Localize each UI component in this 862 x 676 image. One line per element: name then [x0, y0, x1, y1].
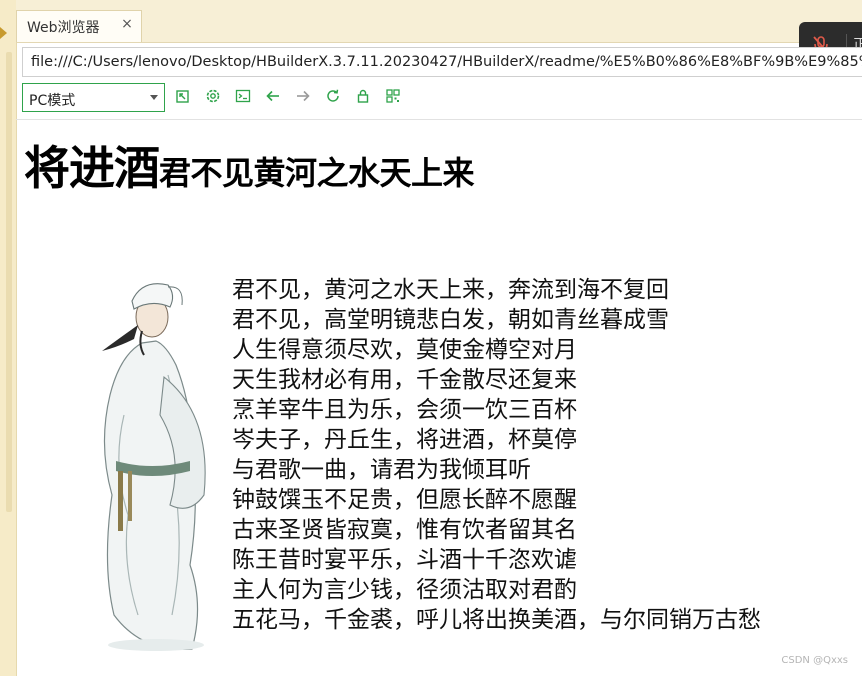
qrcode-button[interactable] [385, 88, 403, 106]
refresh-icon [327, 89, 339, 102]
page-heading: 将进酒君不见黄河之水天上来 [24, 132, 475, 198]
poem-line: 钟鼓馔玉不足贵，但愿长醉不愿醒 [232, 487, 577, 513]
mode-select[interactable]: PC模式 [22, 83, 165, 112]
mode-selected-value: PC模式 [29, 93, 76, 109]
console-icon [235, 89, 251, 103]
poem-line: 古来圣贤皆寂寞，惟有饮者留其名 [232, 517, 577, 543]
editor-gutter [0, 0, 17, 676]
poem-title: 将进酒 [24, 141, 160, 195]
console-button[interactable] [235, 88, 253, 106]
poem-line: 人生得意须尽欢，莫使金樽空对月 [232, 337, 577, 363]
refresh-button[interactable] [325, 88, 343, 106]
poem-line: 主人何为言少钱，径须沽取对君酌 [232, 577, 577, 603]
forward-button[interactable] [295, 88, 313, 106]
poem-line: 岑夫子，丹丘生，将进酒，杯莫停 [232, 427, 577, 453]
open-external-icon [176, 90, 189, 103]
poem-subtitle: 君不见黄河之水天上来 [159, 154, 475, 192]
open-external-button[interactable] [175, 88, 193, 106]
close-icon[interactable]: × [119, 16, 135, 32]
url-text: file:///C:/Users/lenovo/Desktop/HBuilder… [31, 54, 862, 70]
forward-icon [297, 90, 310, 102]
tab-web-browser[interactable]: Web浏览器 × [16, 10, 142, 42]
poem-line: 五花马，千金裘，呼儿将出换美酒，与尔同销万古愁 [232, 607, 761, 633]
lock-button[interactable] [355, 88, 373, 106]
poem-line: 君不见，黄河之水天上来，奔流到海不复回 [232, 277, 669, 303]
lock-icon [357, 89, 369, 103]
poem-line: 与君歌一曲，请君为我倾耳听 [232, 457, 531, 483]
poem-body: 君不见，黄河之水天上来，奔流到海不复回 君不见，高堂明镜悲白发，朝如青丝暮成雪 … [232, 275, 761, 635]
qrcode-icon [386, 89, 400, 103]
poet-illustration [102, 283, 206, 651]
settings-icon [206, 89, 220, 103]
tab-strip: Web浏览器 × [16, 0, 862, 43]
chevron-down-icon [150, 95, 158, 100]
watermark: CSDN @Qxxs [781, 655, 848, 666]
back-button[interactable] [265, 88, 283, 106]
address-bar[interactable]: file:///C:/Users/lenovo/Desktop/HBuilder… [22, 47, 862, 77]
gutter-scrollbar[interactable] [6, 52, 12, 512]
settings-button[interactable] [205, 88, 223, 106]
poem-line: 天生我材必有用，千金散尽还复来 [232, 367, 577, 393]
toolbar-divider [16, 119, 862, 120]
poem-line: 君不见，高堂明镜悲白发，朝如青丝暮成雪 [232, 307, 669, 333]
tab-label: Web浏览器 [27, 20, 100, 36]
gutter-arrow-icon [0, 27, 7, 39]
back-icon [266, 90, 279, 102]
poem-line: 陈王昔时宴平乐，斗酒十千恣欢谑 [232, 547, 577, 573]
poem-line: 烹羊宰牛且为乐，会须一饮三百杯 [232, 397, 577, 423]
